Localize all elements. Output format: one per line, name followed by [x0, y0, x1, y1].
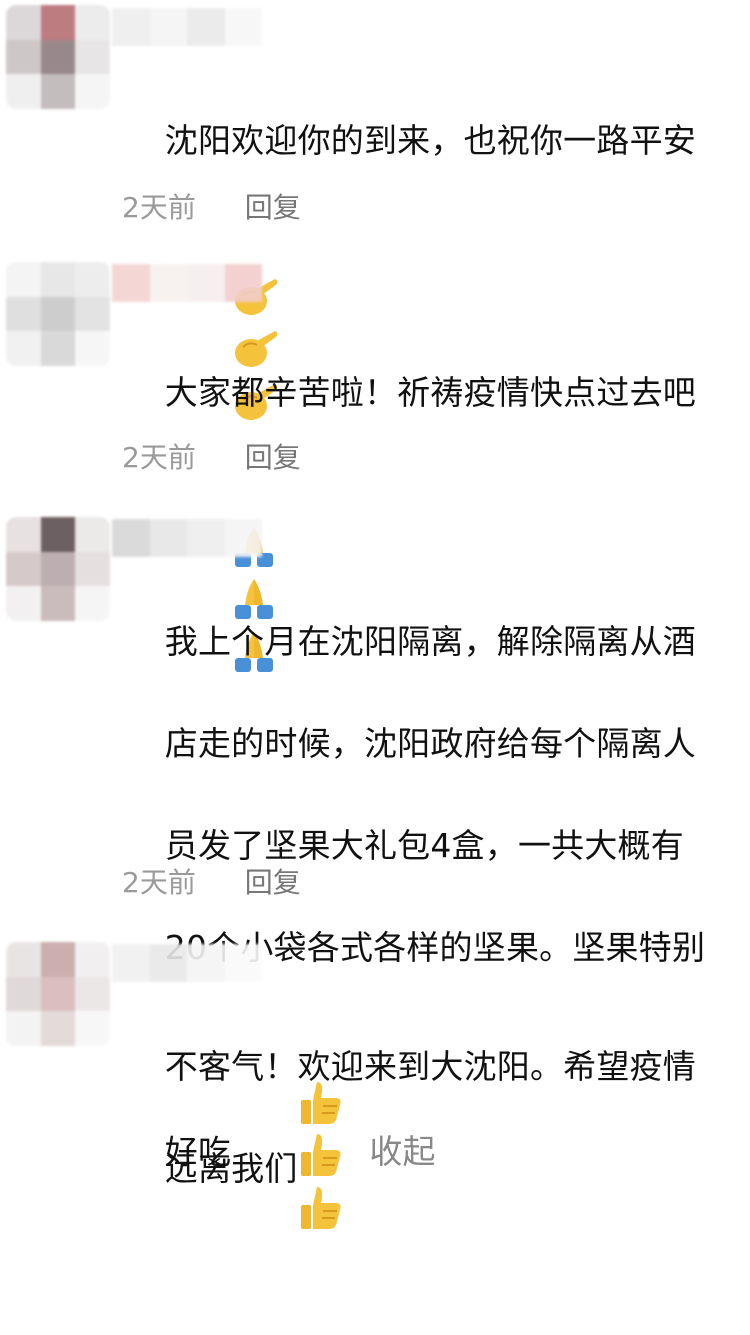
comment-meta: 2天前 回复	[122, 186, 301, 226]
comment-body: 沈阳欢迎你的到来，也祝你一路平安	[164, 121, 696, 160]
reply-button[interactable]: 回复	[245, 441, 301, 474]
reply-button[interactable]: 回复	[245, 191, 301, 224]
comment-line: 远离我们	[164, 1149, 298, 1188]
comment-item: 沈阳欢迎你的到来，也祝你一路平安 2天前 回复	[0, 0, 750, 420]
comment-body: 大家都辛苦啦！祈祷疫情快点过去吧	[164, 373, 696, 412]
comment-line: 店走的时候，沈阳政府给每个隔离人	[164, 724, 696, 763]
timestamp: 2天前	[122, 866, 196, 899]
comment-meta: 2天前 回复	[122, 436, 301, 476]
comment-item: 不客气！欢迎来到大沈阳。希望疫情 远离我们	[0, 930, 750, 1188]
comment-line: 我上个月在沈阳隔离，解除隔离从酒	[164, 622, 696, 661]
username-blurred[interactable]	[112, 8, 262, 46]
comment-line: 员发了坚果大礼包4盒，一共大概有	[164, 826, 684, 865]
comment-text: 不客气！欢迎来到大沈阳。希望疫情 远离我们	[122, 990, 732, 1245]
comment-item: 大家都辛苦啦！祈祷疫情快点过去吧 2天前 回复	[0, 250, 750, 672]
avatar[interactable]	[6, 262, 110, 366]
comment-line: 不客气！欢迎来到大沈阳。希望疫情	[164, 1047, 696, 1086]
username-blurred[interactable]	[112, 519, 262, 557]
timestamp: 2天前	[122, 191, 196, 224]
avatar[interactable]	[6, 942, 110, 1046]
comment-item: 我上个月在沈阳隔离，解除隔离从酒 店走的时候，沈阳政府给每个隔离人 员发了坚果大…	[0, 505, 750, 1229]
avatar[interactable]	[6, 5, 110, 109]
username-blurred[interactable]	[112, 264, 262, 302]
username-blurred[interactable]	[112, 944, 262, 982]
avatar[interactable]	[6, 517, 110, 621]
timestamp: 2天前	[122, 441, 196, 474]
comment-meta: 2天前 回复	[122, 861, 301, 901]
reply-button[interactable]: 回复	[245, 866, 301, 899]
